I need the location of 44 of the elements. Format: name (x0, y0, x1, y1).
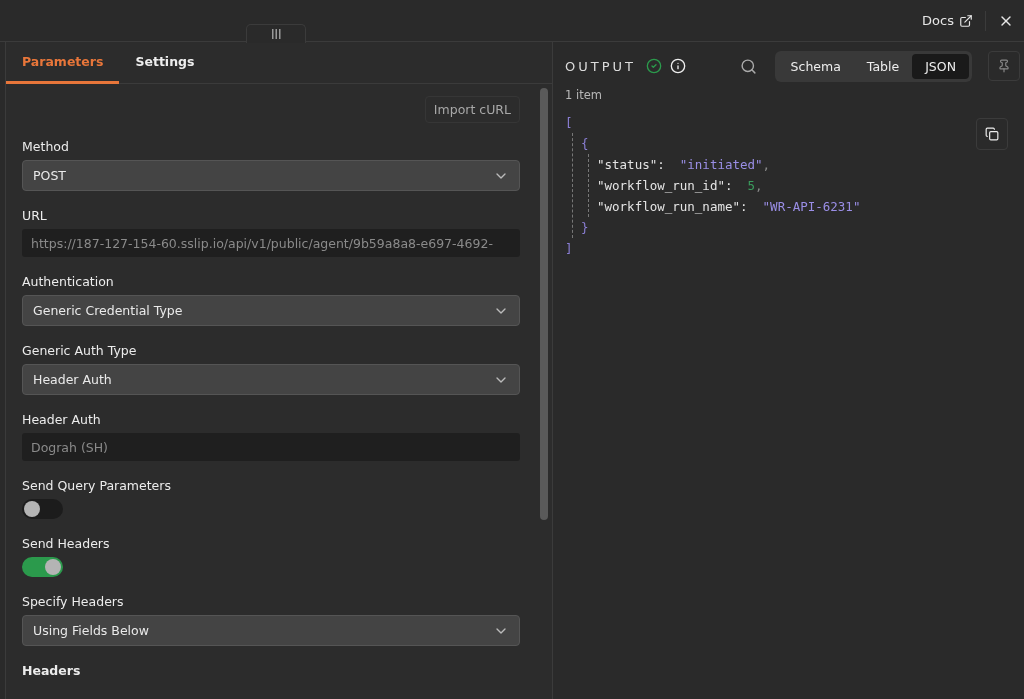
pin-icon (997, 59, 1011, 73)
check-circle-icon (646, 58, 662, 74)
json-line: "status": "initiated", (597, 156, 771, 174)
pin-button[interactable] (988, 51, 1020, 81)
import-curl-button[interactable]: Import cURL (424, 96, 520, 123)
field-label: Generic Auth Type (22, 343, 138, 358)
item-count: 1 item (565, 88, 603, 102)
toggle-switch[interactable] (22, 499, 63, 519)
field-label: Method (22, 139, 70, 154)
bracket: { (581, 135, 589, 153)
tab[interactable]: Settings (119, 42, 211, 84)
input-field[interactable]: https://187-127-154-60.sslip.io/api/v1/public/agent/9b59a8a8-e697-4692- (22, 229, 520, 257)
copy-button[interactable] (976, 118, 1008, 150)
copy-icon (985, 127, 999, 141)
json-line: "workflow_run_name": "WR-API-6231" (597, 198, 861, 216)
view-tab[interactable]: JSON (912, 53, 969, 79)
toggle-switch[interactable] (22, 557, 63, 577)
field-label: Send Query Parameters (22, 478, 172, 493)
bracket: ] (565, 240, 573, 258)
search-icon[interactable] (739, 57, 757, 75)
view-tab[interactable]: Table (853, 53, 913, 79)
select-field[interactable]: Using Fields Below (22, 615, 520, 646)
input-field[interactable]: Dograh (SH) (22, 433, 520, 461)
section-heading: Headers (22, 663, 82, 678)
scrollbar[interactable] (540, 88, 548, 520)
json-line: "workflow_run_id": 5, (597, 177, 763, 195)
field-label: Specify Headers (22, 594, 125, 609)
view-tab[interactable]: Schema (777, 53, 854, 79)
drag-handle[interactable] (246, 24, 306, 43)
field-label: Send Headers (22, 536, 111, 551)
field-label: Header Auth (22, 412, 102, 427)
output-title: OUTPUT (565, 58, 636, 74)
grip-icon (271, 29, 281, 39)
field-label: Authentication (22, 274, 115, 289)
field-label: URL (22, 208, 48, 223)
docs-link[interactable]: Docs (922, 10, 986, 31)
external-link-icon (959, 13, 973, 28)
tab[interactable]: Parameters (6, 42, 120, 84)
info-icon[interactable] (670, 58, 686, 74)
select-field[interactable]: POST (22, 160, 520, 191)
select-field[interactable]: Header Auth (22, 364, 520, 395)
select-field[interactable]: Generic Credential Type (22, 295, 520, 326)
bracket: } (581, 219, 589, 237)
bracket: [ (565, 114, 573, 132)
